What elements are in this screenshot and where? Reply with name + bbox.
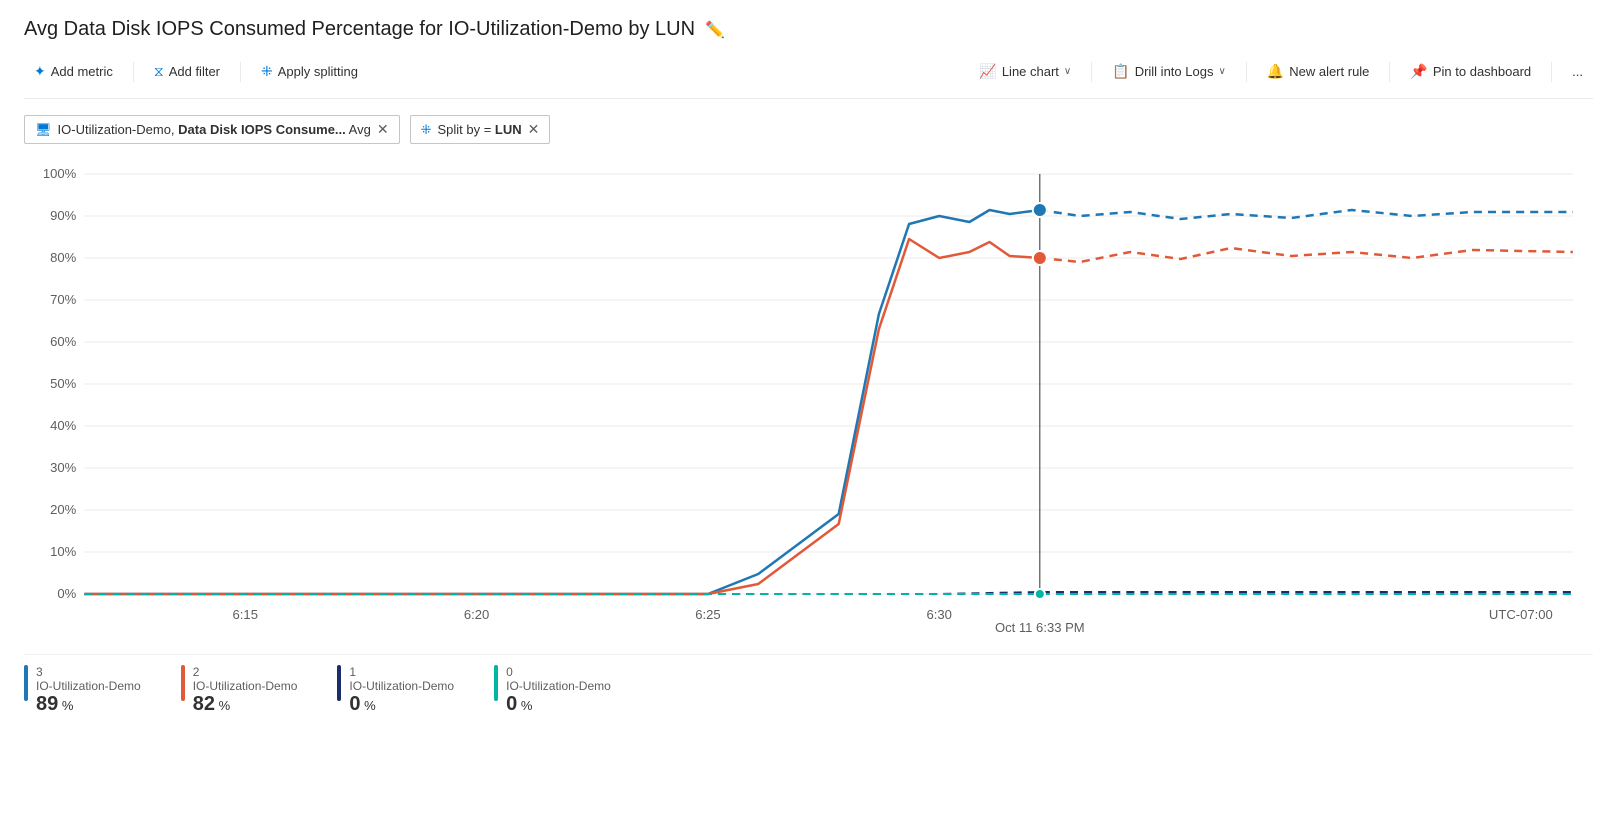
svg-text:6:20: 6:20 xyxy=(464,607,489,622)
chip-metric-text: IO-Utilization-Demo, Data Disk IOPS Cons… xyxy=(58,122,371,137)
chip-split-bold: LUN xyxy=(495,122,522,137)
new-alert-rule-icon: 🔔 xyxy=(1267,63,1284,80)
legend-value-1: 0 xyxy=(349,693,360,715)
svg-text:6:25: 6:25 xyxy=(695,607,720,622)
edit-icon[interactable]: ✏️ xyxy=(705,20,725,40)
toolbar-divider-5 xyxy=(1389,62,1390,82)
legend-value-0: 0 xyxy=(506,693,517,715)
legend-item-1: 1 IO-Utilization-Demo 0 % xyxy=(337,665,454,716)
chip-metric-prefix: IO-Utilization-Demo, xyxy=(58,122,179,137)
line-chart-chevron: ∨ xyxy=(1064,66,1071,77)
apply-splitting-icon: ⁜ xyxy=(261,63,273,80)
pin-to-dashboard-label: Pin to dashboard xyxy=(1433,64,1531,79)
legend-item-3: 3 IO-Utilization-Demo 89 % xyxy=(24,665,141,716)
drill-into-logs-button[interactable]: 📋 Drill into Logs ∨ xyxy=(1102,57,1236,86)
page-title: Avg Data Disk IOPS Consumed Percentage f… xyxy=(24,18,695,41)
legend-name-0: IO-Utilization-Demo xyxy=(506,679,611,693)
legend-id-1: 1 xyxy=(349,665,454,679)
legend-name-3: IO-Utilization-Demo xyxy=(36,679,141,693)
legend-item-0: 0 IO-Utilization-Demo 0 % xyxy=(494,665,611,716)
legend-color-3 xyxy=(24,665,28,701)
svg-text:30%: 30% xyxy=(50,460,77,475)
svg-text:10%: 10% xyxy=(50,544,77,559)
legend-unit-1: % xyxy=(361,698,376,713)
chip-split-text: Split by = LUN xyxy=(437,122,521,137)
new-alert-rule-label: New alert rule xyxy=(1289,64,1369,79)
line-chart-button[interactable]: 📈 Line chart ∨ xyxy=(969,57,1081,86)
toolbar-divider-6 xyxy=(1551,62,1552,82)
legend-name-2: IO-Utilization-Demo xyxy=(193,679,298,693)
apply-splitting-button[interactable]: ⁜ Apply splitting xyxy=(251,57,368,86)
svg-text:40%: 40% xyxy=(50,418,77,433)
legend-color-2 xyxy=(181,665,185,701)
add-metric-label: Add metric xyxy=(51,64,113,79)
apply-splitting-label: Apply splitting xyxy=(278,64,358,79)
svg-text:80%: 80% xyxy=(50,250,77,265)
svg-text:6:15: 6:15 xyxy=(233,607,258,622)
legend-value-3: 89 xyxy=(36,693,58,715)
legend-value-2: 82 xyxy=(193,693,215,715)
chart-container: .axis-label { font-family: 'Segoe UI', A… xyxy=(24,164,1593,644)
legend-color-0 xyxy=(494,665,498,701)
legend-unit-3: % xyxy=(58,698,73,713)
page-container: Avg Data Disk IOPS Consumed Percentage f… xyxy=(0,0,1617,822)
svg-text:20%: 20% xyxy=(50,502,77,517)
toolbar: ✦ Add metric ⧖ Add filter ⁜ Apply splitt… xyxy=(24,57,1593,99)
add-metric-icon: ✦ xyxy=(34,63,46,80)
add-filter-label: Add filter xyxy=(169,64,220,79)
toolbar-right: 📈 Line chart ∨ 📋 Drill into Logs ∨ 🔔 New… xyxy=(969,57,1593,86)
add-filter-button[interactable]: ⧖ Add filter xyxy=(144,57,230,86)
metric-chip[interactable]: 🖥 IO-Utilization-Demo, Data Disk IOPS Co… xyxy=(24,115,400,144)
title-row: Avg Data Disk IOPS Consumed Percentage f… xyxy=(24,18,1593,41)
drill-into-logs-icon: 📋 xyxy=(1112,63,1129,80)
legend-unit-0: % xyxy=(517,698,532,713)
legend-id-3: 3 xyxy=(36,665,141,679)
svg-text:6:30: 6:30 xyxy=(927,607,952,622)
line-chart-icon: 📈 xyxy=(979,63,996,80)
filter-row: 🖥 IO-Utilization-Demo, Data Disk IOPS Co… xyxy=(24,115,1593,144)
drill-into-logs-chevron: ∨ xyxy=(1218,66,1225,77)
legend-name-1: IO-Utilization-Demo xyxy=(349,679,454,693)
svg-text:UTC-07:00: UTC-07:00 xyxy=(1489,607,1553,622)
legend-item-2: 2 IO-Utilization-Demo 82 % xyxy=(181,665,298,716)
chip-metric-suffix: Avg xyxy=(346,122,371,137)
chip-split-prefix: Split by = xyxy=(437,122,494,137)
add-filter-icon: ⧖ xyxy=(154,63,164,80)
more-label: ... xyxy=(1572,64,1583,79)
new-alert-rule-button[interactable]: 🔔 New alert rule xyxy=(1257,57,1380,86)
svg-text:0%: 0% xyxy=(57,586,76,601)
add-metric-button[interactable]: ✦ Add metric xyxy=(24,57,123,86)
legend-id-2: 2 xyxy=(193,665,298,679)
toolbar-divider-1 xyxy=(133,62,134,82)
metric-chip-close[interactable]: ✕ xyxy=(377,121,389,138)
pin-to-dashboard-icon: 📌 xyxy=(1410,63,1427,80)
toolbar-divider-3 xyxy=(1091,62,1092,82)
svg-text:70%: 70% xyxy=(50,292,77,307)
legend-unit-2: % xyxy=(215,698,230,713)
split-icon: ⁜ xyxy=(421,122,432,138)
legend-color-1 xyxy=(337,665,341,701)
chip-metric-bold: Data Disk IOPS Consume... xyxy=(178,122,346,137)
line-chart-label: Line chart xyxy=(1002,64,1059,79)
svg-text:50%: 50% xyxy=(50,376,77,391)
split-chip[interactable]: ⁜ Split by = LUN ✕ xyxy=(410,115,551,144)
toolbar-divider-4 xyxy=(1246,62,1247,82)
svg-text:90%: 90% xyxy=(50,208,77,223)
legend: 3 IO-Utilization-Demo 89 % 2 IO-Utilizat… xyxy=(24,654,1593,716)
legend-id-0: 0 xyxy=(506,665,611,679)
svg-text:Oct 11 6:33 PM: Oct 11 6:33 PM xyxy=(995,620,1085,635)
drill-into-logs-label: Drill into Logs xyxy=(1135,64,1214,79)
vm-icon: 🖥 xyxy=(35,122,52,138)
svg-text:60%: 60% xyxy=(50,334,77,349)
split-chip-close[interactable]: ✕ xyxy=(528,121,540,138)
chart-svg: .axis-label { font-family: 'Segoe UI', A… xyxy=(24,164,1593,644)
pin-to-dashboard-button[interactable]: 📌 Pin to dashboard xyxy=(1400,57,1541,86)
toolbar-divider-2 xyxy=(240,62,241,82)
svg-text:100%: 100% xyxy=(43,166,77,181)
more-button[interactable]: ... xyxy=(1562,58,1593,85)
